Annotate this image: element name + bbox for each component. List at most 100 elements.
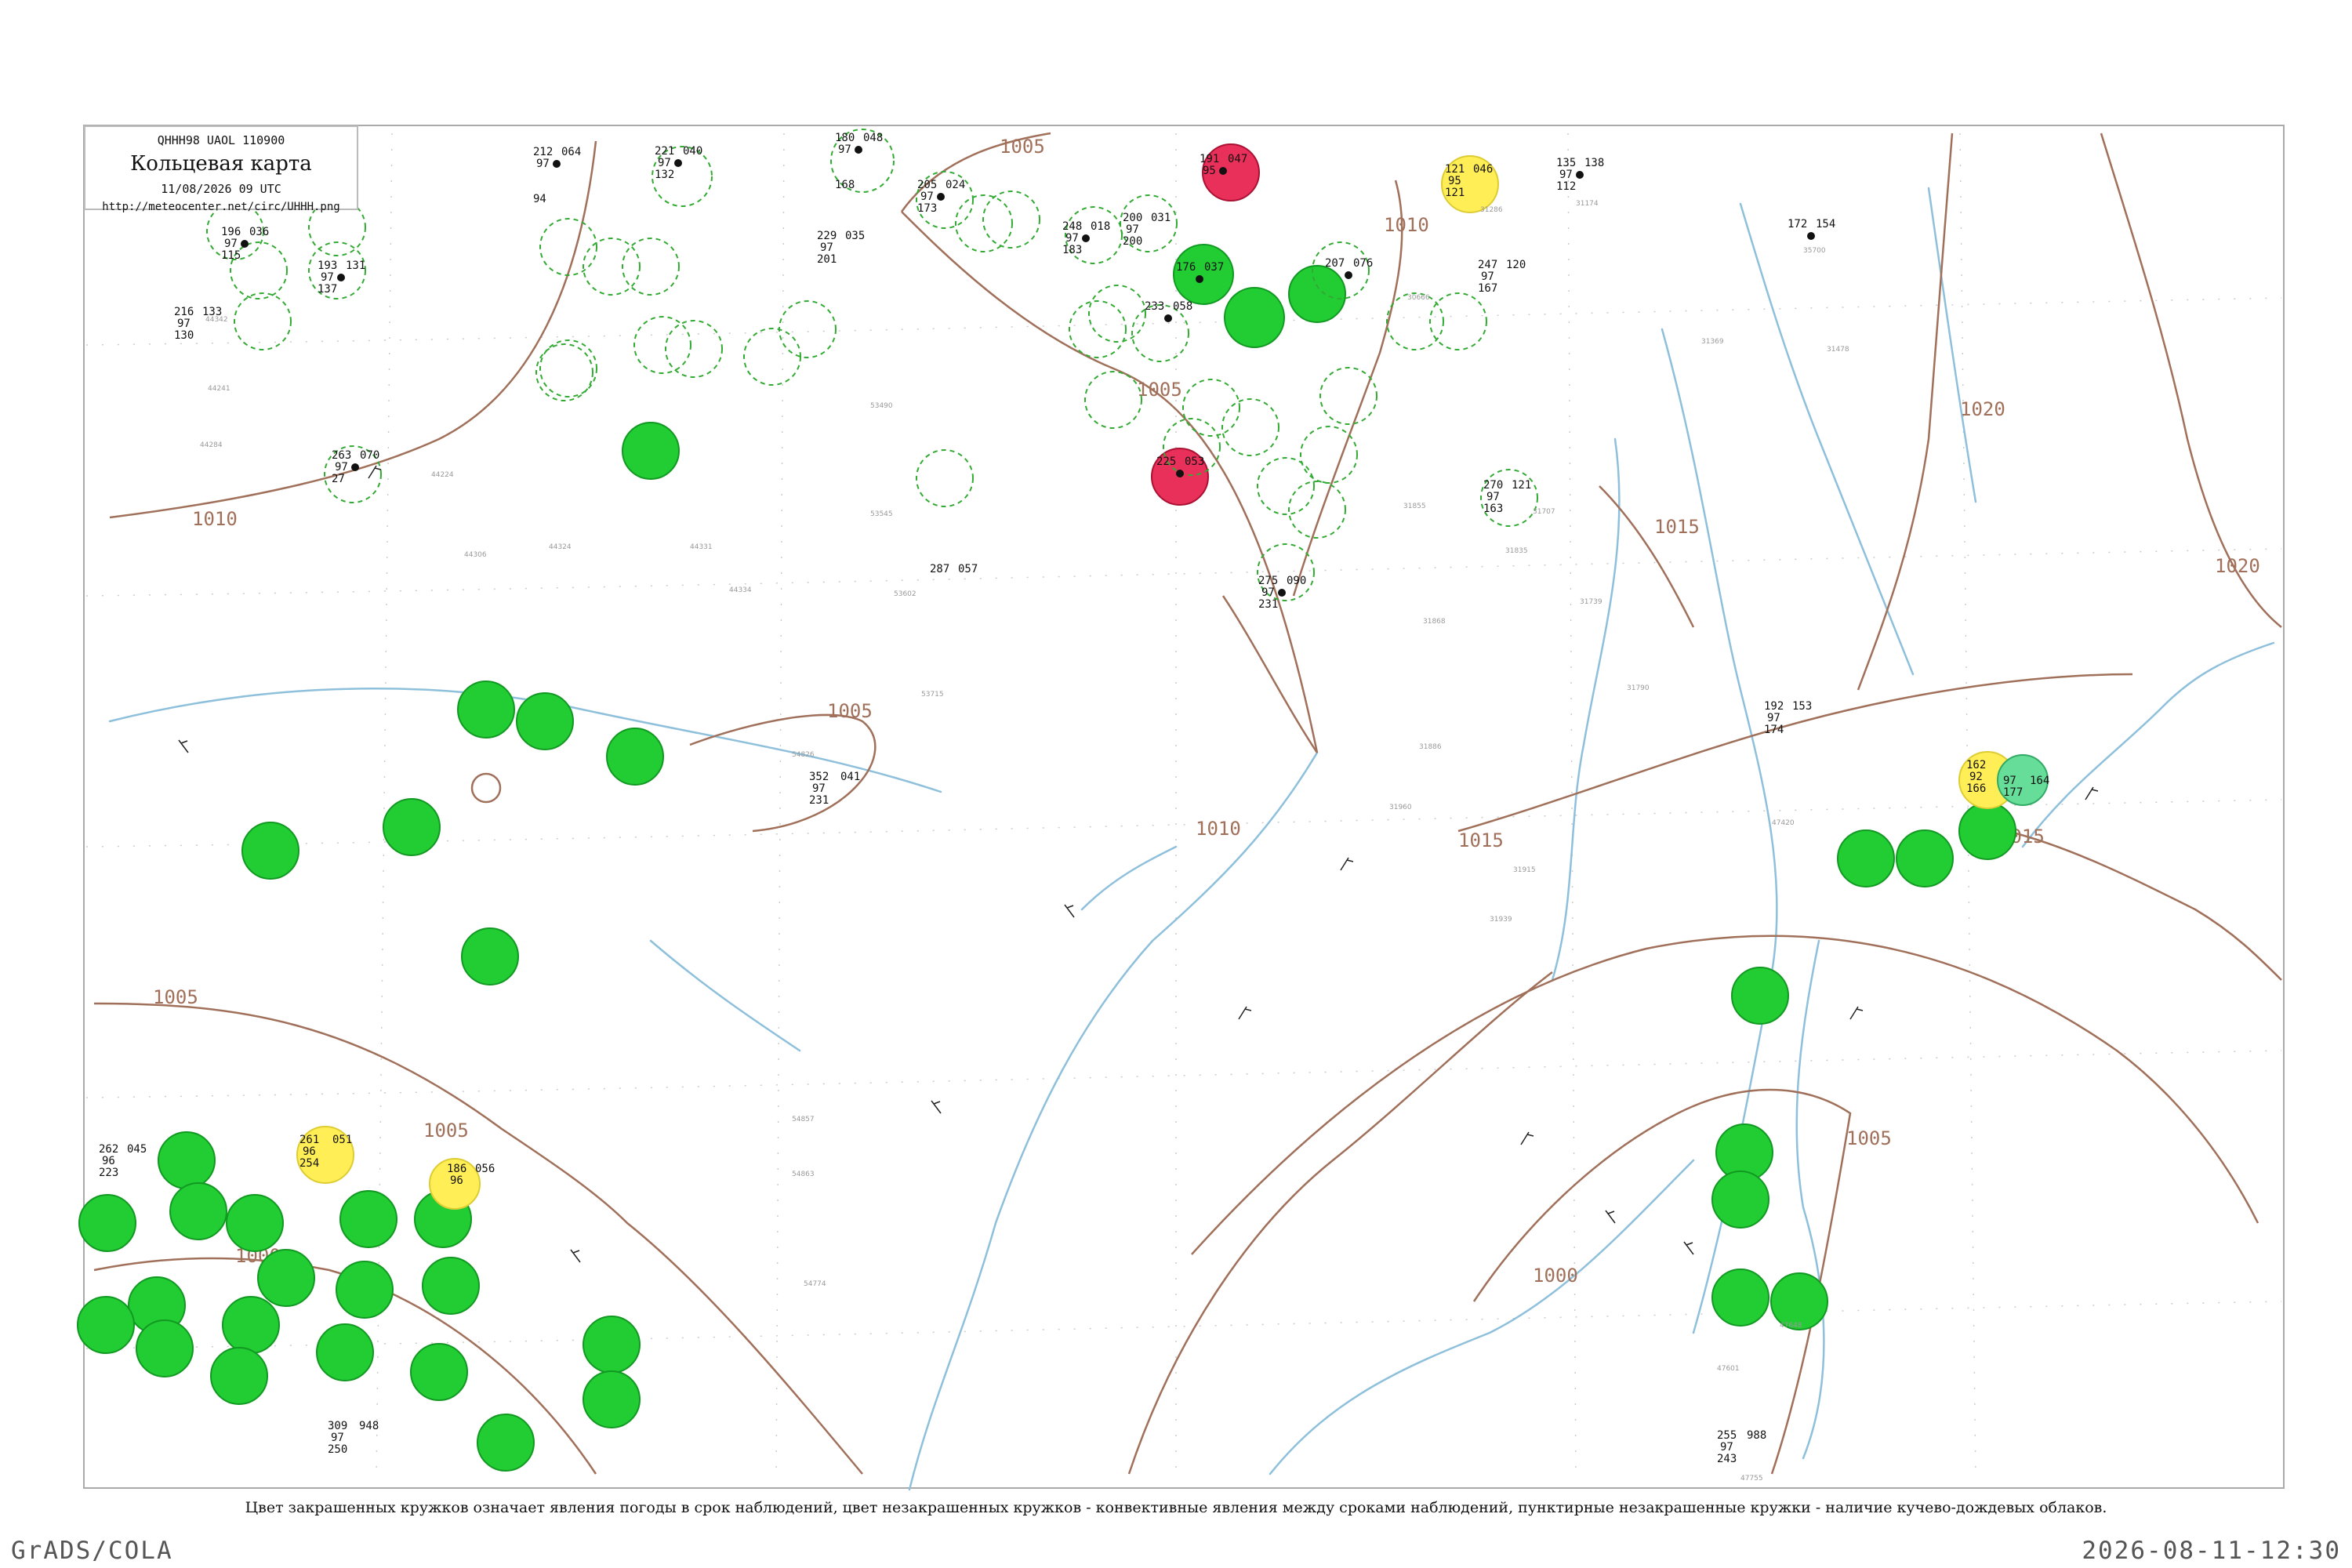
station-dot bbox=[1278, 589, 1286, 597]
source-url[interactable]: http://meteocenter.net/circ/UHHH.png bbox=[85, 201, 357, 213]
station-wind: 97 bbox=[331, 1432, 344, 1444]
station-dot bbox=[337, 274, 345, 281]
station-pressure: 031 bbox=[1151, 212, 1171, 224]
station-plot: 221 040 97 132 bbox=[655, 145, 702, 181]
station-cloud: 112 bbox=[1556, 180, 1576, 193]
station-pressure: 120 bbox=[1506, 259, 1526, 271]
station-wind: 97 bbox=[1261, 586, 1275, 599]
station-temp: 200 bbox=[1123, 212, 1142, 224]
station-id: 54857 bbox=[792, 1116, 815, 1123]
station-id: 47601 bbox=[1717, 1365, 1740, 1373]
station-cloud: 163 bbox=[1483, 503, 1503, 515]
station-dot bbox=[1164, 314, 1172, 322]
station-temp: 270 bbox=[1483, 479, 1503, 492]
station-temp: 261 bbox=[299, 1134, 319, 1146]
station-id: 31790 bbox=[1627, 684, 1650, 692]
station-wind: 96 bbox=[102, 1155, 115, 1167]
station-id: 31960 bbox=[1389, 804, 1412, 811]
station-id: 31835 bbox=[1505, 547, 1528, 555]
station-pressure: 138 bbox=[1584, 157, 1604, 169]
station-id: 31855 bbox=[1403, 503, 1426, 510]
station-id: 54863 bbox=[792, 1171, 815, 1178]
station-wind: 97 bbox=[1559, 169, 1573, 181]
station-wind: 97 bbox=[1126, 223, 1139, 236]
station-id: 35700 bbox=[1803, 247, 1826, 255]
station-wind: 97 bbox=[224, 238, 238, 250]
station-plot: 205 024 97 173 bbox=[917, 179, 965, 215]
station-plot: 275 090 97 231 bbox=[1258, 575, 1306, 611]
isobar-1005-sw bbox=[93, 1002, 863, 1475]
station-markers bbox=[77, 129, 2049, 1472]
isobar-label-1005-loop: 1005 bbox=[827, 700, 873, 722]
station-wind: 97 bbox=[1481, 270, 1494, 283]
isobar-label-1015-south: 1015 bbox=[1458, 829, 1504, 851]
station-pressure: 076 bbox=[1353, 257, 1373, 270]
station-id: 31739 bbox=[1580, 598, 1602, 606]
station-cloud: 166 bbox=[1966, 782, 1986, 795]
station-dot bbox=[674, 159, 682, 167]
station-pressure: 036 bbox=[249, 226, 269, 238]
station-cloud: 130 bbox=[174, 329, 194, 342]
station-cloud: 173 bbox=[917, 202, 937, 215]
station-plot: 200 031 97 200 bbox=[1123, 212, 1171, 248]
station-dot bbox=[553, 160, 561, 168]
station-wind: 97 bbox=[536, 158, 550, 170]
station-id: 53602 bbox=[894, 590, 916, 598]
station-id: 31707 bbox=[1533, 508, 1555, 516]
station-pressure: 024 bbox=[946, 179, 965, 191]
render-timestamp: 2026-08-11-12:30 bbox=[2082, 1537, 2341, 1565]
station-plot: 229 035 97 201 bbox=[817, 230, 865, 266]
station-id: 44224 bbox=[431, 471, 454, 479]
observation-datetime: 11/08/2026 09 UTC bbox=[161, 182, 281, 196]
station-temp: 186 bbox=[447, 1163, 466, 1175]
station-cloud: 243 bbox=[1717, 1453, 1737, 1465]
station-id: 31939 bbox=[1490, 916, 1512, 924]
isobar-1010-east bbox=[1127, 971, 1553, 1475]
station-temp: 192 bbox=[1764, 700, 1784, 713]
station-pressure: 046 bbox=[1473, 163, 1493, 176]
station-id: 47420 bbox=[1772, 819, 1795, 827]
station-plot: 309 948 97 250 bbox=[328, 1420, 379, 1456]
station-id: 54774 bbox=[804, 1280, 826, 1288]
station-cloud: 137 bbox=[318, 283, 337, 296]
station-cloud: 223 bbox=[99, 1167, 118, 1179]
station-pressure: 041 bbox=[840, 771, 860, 783]
station-pressure: 018 bbox=[1091, 220, 1110, 233]
station-id: 44284 bbox=[200, 441, 223, 449]
station-wind: 95 bbox=[1203, 165, 1216, 177]
station-id: 31174 bbox=[1576, 200, 1599, 208]
station-pressure: 037 bbox=[1204, 261, 1224, 274]
station-plot: 135 138 97 112 bbox=[1556, 157, 1604, 193]
station-plot: 255 988 97 243 bbox=[1717, 1429, 1766, 1465]
cb-dashed-circles bbox=[206, 129, 1538, 601]
isobar-1015-mid bbox=[1599, 485, 1695, 628]
station-dot bbox=[241, 240, 249, 248]
station-id: 44324 bbox=[549, 543, 572, 551]
station-wind: 97 bbox=[1065, 232, 1079, 245]
isobar-label-1010-ne: 1010 bbox=[1384, 214, 1429, 236]
station-plot: 263 070 97 27 bbox=[332, 449, 379, 485]
isobar-label-1015-mid: 1015 bbox=[1654, 516, 1700, 538]
isobar-small-loop bbox=[470, 772, 502, 804]
station-cloud: 231 bbox=[1258, 598, 1278, 611]
station-cloud: 167 bbox=[1478, 282, 1497, 295]
station-plot: 172 154 bbox=[1788, 218, 1835, 240]
station-pressure: 090 bbox=[1287, 575, 1306, 587]
station-cloud: 94 bbox=[533, 193, 546, 205]
station-wind: 97 bbox=[1767, 712, 1780, 724]
station-pressure: 053 bbox=[1185, 456, 1204, 468]
station-cloud: 115 bbox=[221, 249, 241, 262]
station-plots: 221 040 97 132 180 048 97 168 205 024 97… bbox=[99, 132, 2049, 1465]
station-dot bbox=[1196, 275, 1203, 283]
station-pressure: 058 bbox=[1173, 300, 1192, 313]
station-id: 31478 bbox=[1827, 346, 1849, 354]
station-temp: 247 bbox=[1478, 259, 1497, 271]
station-dot bbox=[855, 146, 862, 154]
station-id: 44334 bbox=[729, 586, 752, 594]
station-temp: 176 bbox=[1176, 261, 1196, 274]
software-credit: GrADS/COLA bbox=[11, 1537, 173, 1565]
isobar-label-1010-mid: 1010 bbox=[1196, 818, 1241, 840]
station-dot bbox=[1345, 271, 1352, 279]
station-plot: 287 057 bbox=[930, 563, 978, 575]
legend-caption: Цвет закрашенных кружков означает явлени… bbox=[245, 1499, 2107, 1516]
